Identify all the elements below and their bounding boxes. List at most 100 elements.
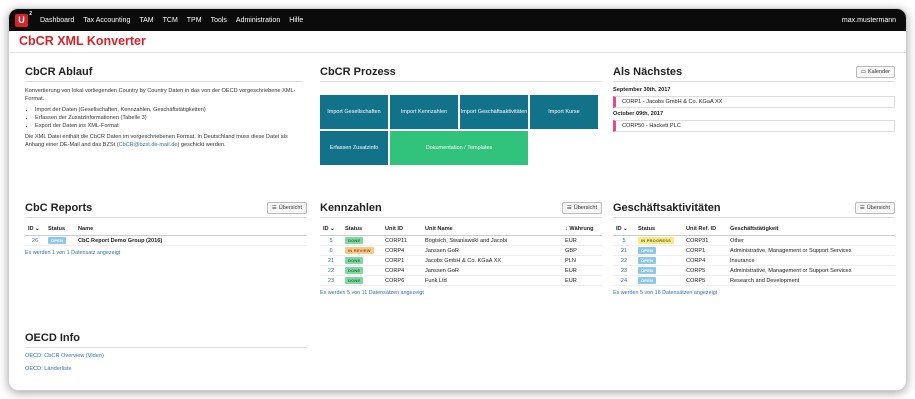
col-id[interactable]: ID ⌄ [320, 223, 342, 236]
bzst-mail-link[interactable]: CbCR@bzst.de-mail.de [119, 142, 178, 148]
row-id[interactable]: 22 [320, 265, 342, 276]
table-row[interactable]: 5 DONE CORP11 Bogisich, Swaniawski and J… [320, 235, 602, 246]
row-id[interactable]: 5 [613, 235, 635, 246]
row-name: Janssen GoR [422, 245, 562, 256]
status-badge: DONE [345, 267, 364, 274]
table-row[interactable]: 23 DONE CORP6 Funk Ltd EUR [320, 275, 602, 286]
user-menu[interactable]: max.mustermann [842, 17, 896, 24]
reports-table: ID ⌄ Status Name 26 OPEN CbC Report Demo… [25, 223, 307, 246]
row-activity: Administrative, Management or Support Se… [727, 245, 895, 256]
oecd-video-link[interactable]: OECD: CbCR Overview (Video) [25, 353, 307, 359]
row-status: OPEN [635, 245, 683, 256]
nav-tcm[interactable]: TCM [163, 17, 178, 24]
row-status: DONE [342, 235, 382, 246]
nav-tpm[interactable]: TPM [187, 17, 202, 24]
oecd-laenderliste-link[interactable]: OECD: Länderliste [25, 366, 307, 372]
row-currency: GBP [562, 245, 602, 256]
aktivitaeten-overview-button[interactable]: ☰ Übersicht [854, 201, 895, 214]
row-unit: CORP4 [683, 255, 727, 266]
row-name: Janssen GoR [422, 265, 562, 276]
list-icon: ☰ [859, 204, 865, 211]
kennzahlen-overview-label: Übersicht [573, 204, 597, 211]
table-row[interactable]: 24 OPEN CORP5 Research and Development [613, 275, 895, 286]
status-badge: DONE [345, 257, 364, 264]
row-id[interactable]: 26 [25, 235, 45, 246]
reports-overview-button[interactable]: ☰ Übersicht [266, 201, 307, 214]
nav-tam[interactable]: TAM [139, 17, 153, 24]
tile-import-kennzahlen[interactable]: Import Kennzahlen [390, 95, 458, 129]
row-status: IN PROGRESS [635, 235, 683, 246]
row-id[interactable]: 22 [613, 255, 635, 266]
tile-import-gesellschaften[interactable]: Import Gesellschaften [320, 95, 388, 129]
table-row[interactable]: 21 DONE CORP1 Jacobs GmbH & Co. KGaA XX … [320, 255, 602, 266]
tile-erfassen-zusatzinfo[interactable]: Erfassen Zusatzinfo [320, 131, 388, 165]
row-currency: EUR [562, 265, 602, 276]
ablauf-title: CbCR Ablauf [25, 65, 93, 78]
app-logo[interactable]: U2 [15, 11, 32, 27]
row-unit: CORP5 [683, 275, 727, 286]
event-item[interactable]: CORP50 - Hackett PLC [613, 120, 895, 132]
col-id[interactable]: ID ⌄ [613, 223, 635, 236]
list-icon: ☰ [271, 204, 277, 211]
row-unit: CORP31 [683, 235, 727, 246]
table-row[interactable]: 22 OPEN CORP4 Insurance [613, 255, 895, 266]
row-unit: CORP1 [683, 245, 727, 256]
ablauf-outro: Die XML Datei enthält die CbCR Daten im … [25, 133, 303, 149]
nav-hilfe[interactable]: Hilfe [289, 17, 303, 24]
prozess-title: CbCR Prozess [320, 65, 396, 78]
row-id[interactable]: 6 [320, 245, 342, 256]
row-status: DONE [342, 265, 382, 276]
row-id[interactable]: 23 [320, 275, 342, 286]
kalender-button[interactable]: ▭ Kalender [855, 65, 895, 78]
row-id[interactable]: 23 [613, 265, 635, 276]
col-unit-name[interactable]: Unit Name [422, 223, 562, 236]
ablauf-step: Import der Daten (Gesellschaften, Kennza… [35, 106, 303, 114]
col-status[interactable]: Status [342, 223, 382, 236]
col-unit-id[interactable]: Unit ID [382, 223, 422, 236]
nav-tax-accounting[interactable]: Tax Accounting [83, 17, 130, 24]
status-badge: IN PROGRESS [638, 237, 674, 244]
app-window: U2 Dashboard Tax Accounting TAM TCM TPM … [8, 8, 907, 391]
col-waehrung[interactable]: ↓ Währung [562, 223, 602, 236]
row-status: OPEN [635, 255, 683, 266]
table-row[interactable]: 23 OPEN CORP5 Administrative, Management… [613, 265, 895, 276]
tile-dokumentation-templates[interactable]: Dokumentation / Templates [390, 131, 528, 165]
nav-administration[interactable]: Administration [236, 17, 280, 24]
prozess-panel: CbCR Prozess Import Gesellschaften Impor… [320, 65, 602, 185]
row-id[interactable]: 5 [320, 235, 342, 246]
reports-header: CbC Reports ☰ Übersicht [25, 201, 307, 218]
row-status: OPEN [45, 235, 75, 246]
row-name: Bogisich, Swaniawski and Jacobi [422, 235, 562, 246]
ablauf-panel: CbCR Ablauf Konvertierung von lokal vorl… [25, 65, 303, 149]
col-geschaeftstaetigkeit[interactable]: Geschäftstätigkeit [727, 223, 895, 236]
row-status: IN REVIEW [342, 245, 382, 256]
row-name: CbC Report Demo Group (2016) [75, 235, 307, 246]
logo-letter: U [18, 15, 25, 25]
col-status[interactable]: Status [45, 223, 75, 236]
row-id[interactable]: 21 [613, 245, 635, 256]
table-row[interactable]: 5 IN PROGRESS CORP31 Other [613, 235, 895, 246]
tile-import-kurse[interactable]: Import Kurse [530, 95, 598, 129]
col-name[interactable]: Name [75, 223, 307, 236]
tile-import-geschaeftsaktivitaeten[interactable]: Import Geschäftsaktivitäten [460, 95, 528, 129]
row-activity: Insurance [727, 255, 895, 266]
row-id[interactable]: 24 [613, 275, 635, 286]
status-badge: IN REVIEW [345, 247, 374, 254]
kennzahlen-overview-button[interactable]: ☰ Übersicht [561, 201, 602, 214]
table-row[interactable]: 21 OPEN CORP1 Administrative, Management… [613, 245, 895, 256]
table-row[interactable]: 26 OPEN CbC Report Demo Group (2016) [25, 235, 307, 246]
row-unit: CORP5 [683, 265, 727, 276]
col-id[interactable]: ID ⌄ [25, 223, 45, 236]
prozess-header: CbCR Prozess [320, 65, 602, 82]
nav-dashboard[interactable]: Dashboard [40, 17, 74, 24]
col-status[interactable]: Status [635, 223, 683, 236]
nav-tools[interactable]: Tools [211, 17, 227, 24]
row-unit: CORP6 [382, 275, 422, 286]
row-id[interactable]: 21 [320, 255, 342, 266]
table-row[interactable]: 22 DONE CORP4 Janssen GoR EUR [320, 265, 602, 276]
event-item[interactable]: CORP1 - Jacobs GmbH & Co. KGaA XX [613, 96, 895, 108]
aktivitaeten-overview-label: Übersicht [866, 204, 890, 211]
col-unit-ref-id[interactable]: Unit Ref. ID [683, 223, 727, 236]
page-title: CbCR XML Konverter [9, 31, 906, 53]
table-row[interactable]: 6 IN REVIEW CORP4 Janssen GoR GBP [320, 245, 602, 256]
